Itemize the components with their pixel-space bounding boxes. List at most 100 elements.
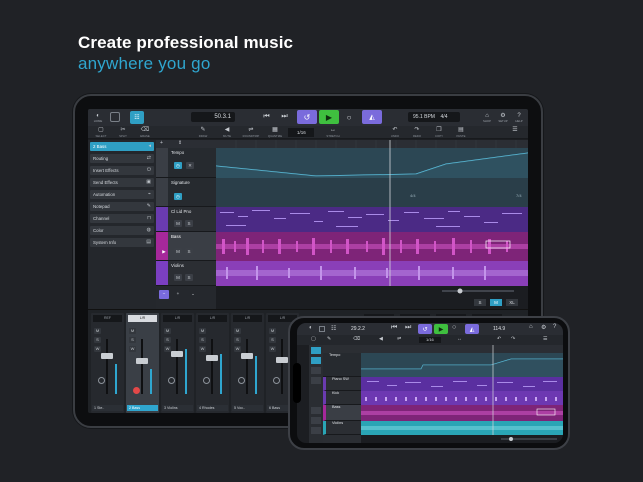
mix-view-button[interactable]: ☷: [130, 111, 144, 124]
inspector-channel[interactable]: Channel ⊓: [90, 214, 154, 223]
zoom-xl-button[interactable]: XL: [506, 299, 518, 306]
volume-fader[interactable]: [241, 353, 253, 359]
tool-select[interactable]: ▢ SELECT: [90, 127, 112, 138]
rewind-button[interactable]: ⏮: [261, 112, 272, 122]
erase-icon[interactable]: ⌫: [353, 336, 360, 342]
pan-knob[interactable]: [168, 377, 175, 384]
tempo-display[interactable]: 95.1 BPM 4/4: [408, 112, 460, 122]
tool-copy[interactable]: ❐ COPY: [428, 127, 450, 138]
pan-knob[interactable]: [98, 377, 105, 384]
arrange-view[interactable]: 4/4 7/4 S M XL: [216, 140, 528, 309]
phone-track-bass[interactable]: Bass: [323, 405, 361, 421]
phone-arrange-view[interactable]: [361, 345, 563, 443]
solo-button[interactable]: S: [129, 337, 136, 343]
inspector-notepad[interactable]: Notepad ✎: [90, 202, 154, 211]
play-button[interactable]: ▶: [434, 324, 448, 334]
edit-toggle[interactable]: [311, 367, 321, 374]
inspector-send-effects[interactable]: Send Effects ▣: [90, 178, 154, 187]
signature-mode-button[interactable]: ◷: [174, 193, 182, 200]
write-button[interactable]: W: [164, 346, 171, 352]
record-arm-button[interactable]: [133, 387, 140, 394]
quantize-select[interactable]: 1/16: [419, 337, 441, 343]
solo-button[interactable]: S: [199, 337, 206, 343]
solo-button[interactable]: S: [185, 274, 193, 281]
volume-fader[interactable]: [101, 353, 113, 359]
write-button[interactable]: W: [94, 346, 101, 352]
solo-button[interactable]: S: [185, 220, 193, 227]
mute-button[interactable]: M: [234, 328, 241, 334]
metronome-button[interactable]: ◭: [465, 324, 479, 334]
inspector-toggle[interactable]: [311, 347, 321, 354]
pan-knob[interactable]: [273, 377, 280, 384]
remove-track-button[interactable]: −: [159, 290, 169, 299]
tool-quantize[interactable]: ▦ QUANTIZE: [264, 127, 286, 138]
rewind-icon[interactable]: ⏮: [391, 324, 397, 332]
pan-knob[interactable]: [203, 377, 210, 384]
phone-track-violins[interactable]: Violins: [323, 421, 361, 435]
loop-button[interactable]: ↺: [418, 324, 432, 334]
loop-button[interactable]: ↺: [297, 110, 317, 124]
signature-event-2[interactable]: 7/4: [516, 193, 522, 198]
gear-icon[interactable]: ⚙: [541, 324, 546, 331]
shop-button[interactable]: ⌂ SHOP: [480, 110, 494, 125]
channel-input[interactable]: L/R: [233, 315, 262, 322]
add-button[interactable]: +: [174, 290, 182, 297]
metronome-button[interactable]: ◭: [362, 110, 382, 124]
tool-redo[interactable]: ↷ REDO: [406, 127, 428, 138]
track-bass[interactable]: Bass M S ▶: [156, 232, 216, 261]
forward-button[interactable]: ⏭: [279, 112, 290, 122]
phone-tempo-display[interactable]: 114.9: [493, 325, 523, 333]
solo-button[interactable]: S: [234, 337, 241, 343]
phone-track-tempo[interactable]: Tempo: [323, 353, 361, 377]
home-button[interactable]: ◐ HOME: [91, 111, 105, 124]
mute-button[interactable]: M: [174, 248, 182, 255]
channel-input[interactable]: L/R: [163, 315, 192, 322]
tool-draw[interactable]: ✎ DRAW: [192, 127, 214, 138]
browser-toggle[interactable]: [311, 377, 321, 384]
write-button[interactable]: W: [234, 346, 241, 352]
zoom-medium-button[interactable]: M: [490, 299, 502, 306]
inspector-insert-effects[interactable]: Insert Effects ⏻: [90, 166, 154, 175]
setup-button[interactable]: ⚙ SETUP: [496, 110, 510, 125]
help-button[interactable]: ? HELP: [512, 110, 526, 125]
mute-button[interactable]: M: [94, 328, 101, 334]
record-icon[interactable]: ○: [452, 324, 456, 331]
solo-button[interactable]: S: [269, 337, 276, 343]
zoom-small-button[interactable]: S: [474, 299, 486, 306]
select-icon[interactable]: ▢: [311, 336, 316, 342]
browser-icon[interactable]: [110, 112, 120, 122]
inspector-track-header[interactable]: 2 Bass ◂: [90, 142, 154, 151]
tool-stretch[interactable]: ↔ STRETCH: [322, 127, 344, 138]
redo-icon[interactable]: ↷: [511, 336, 515, 342]
inspector-color[interactable]: Color ◍: [90, 226, 154, 235]
phone-track-piano[interactable]: Piano SW: [323, 377, 361, 391]
channel-input[interactable]: L/R: [128, 315, 157, 322]
play-button[interactable]: ▶: [319, 110, 339, 124]
pencil-icon[interactable]: ✎: [327, 336, 331, 342]
volume-fader[interactable]: [276, 357, 288, 363]
solo-button[interactable]: S: [94, 337, 101, 343]
write-button[interactable]: W: [199, 346, 206, 352]
phone-position-display[interactable]: 29.2.2: [351, 325, 379, 333]
help-icon[interactable]: ?: [553, 324, 556, 330]
stretch-icon[interactable]: ↔: [457, 336, 462, 342]
expand-icon[interactable]: ⇕: [178, 140, 182, 146]
monitor-icon[interactable]: ▶: [160, 248, 168, 255]
quantize-select[interactable]: 1/16: [288, 128, 314, 137]
channel-input[interactable]: L/R: [198, 315, 227, 322]
track-toggle[interactable]: [311, 357, 321, 364]
more-icon[interactable]: ⌄: [189, 290, 197, 297]
undo-icon[interactable]: ↶: [497, 336, 501, 342]
mute-icon[interactable]: ◀: [379, 336, 383, 342]
tool-split[interactable]: ✂ SPLIT: [112, 127, 134, 138]
record-button[interactable]: ○: [343, 111, 355, 123]
write-button[interactable]: W: [129, 346, 136, 352]
channel-input[interactable]: REF: [93, 315, 122, 322]
write-button[interactable]: W: [269, 346, 276, 352]
tool-mute[interactable]: ◀ MUTE: [216, 127, 238, 138]
pan-knob[interactable]: [238, 377, 245, 384]
solo-button[interactable]: S: [185, 248, 193, 255]
mute-button[interactable]: M: [164, 328, 171, 334]
more-menu[interactable]: ☰: [504, 127, 526, 138]
logo-icon[interactable]: ◐: [309, 325, 313, 331]
